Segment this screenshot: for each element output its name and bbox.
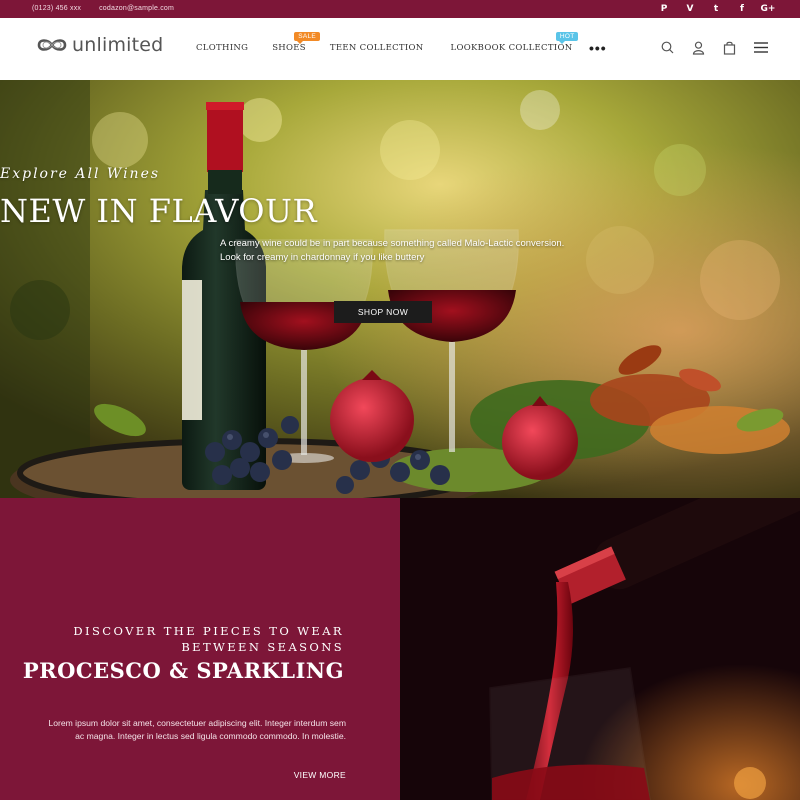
twitter-icon[interactable]: t xyxy=(710,3,722,15)
view-more-link[interactable]: VIEW MORE xyxy=(294,770,346,780)
nav-item-label: SHOES xyxy=(272,43,306,53)
hero-description: A creamy wine could be in part because s… xyxy=(220,238,565,263)
header-icons xyxy=(660,40,768,55)
phone-number: (0123) 456 xxx xyxy=(32,5,82,12)
promo-panel: DISCOVER THE PIECES TO WEAR BETWEEN SEAS… xyxy=(0,498,400,800)
promo-image xyxy=(400,498,800,800)
hot-badge: hot xyxy=(555,32,579,44)
hero-banner: Explore All Wines NEW IN FLAVOUR A cream… xyxy=(0,80,800,498)
shop-now-button[interactable]: SHOP NOW xyxy=(334,301,432,323)
vimeo-icon[interactable]: V xyxy=(684,3,696,15)
hero-title: NEW IN FLAVOUR xyxy=(0,192,318,230)
google-plus-icon[interactable]: G+ xyxy=(761,3,776,15)
email-address[interactable]: codazon@sample.com xyxy=(99,5,174,12)
nav-item-label: TEEN COLLECTION xyxy=(329,43,424,53)
contact-info: (0123) 456 xxx codazon@sample.com xyxy=(32,5,174,12)
social-links: P V t f G+ xyxy=(658,3,776,15)
sale-badge: sale xyxy=(294,32,321,44)
logo[interactable]: unlimited xyxy=(36,34,163,56)
promo-title: PROCESCO & SPARKLING xyxy=(22,658,344,683)
pinterest-icon[interactable]: P xyxy=(658,3,670,15)
cart-icon[interactable] xyxy=(722,40,737,55)
promo-kicker: DISCOVER THE PIECES TO WEAR BETWEEN SEAS… xyxy=(24,623,344,655)
facebook-icon[interactable]: f xyxy=(736,3,748,15)
hero-wine-image xyxy=(0,80,800,498)
more-menu-button[interactable]: ••• xyxy=(589,40,607,56)
main-nav: CLOTHING sale SHOES TEEN COLLECTION hot … xyxy=(196,32,579,53)
promo-kicker-line-1: DISCOVER THE PIECES TO WEAR xyxy=(73,624,344,638)
nav-item-shoes[interactable]: sale SHOES xyxy=(272,32,321,53)
nav-item-label: CLOTHING xyxy=(196,43,249,53)
wine-pouring-image xyxy=(400,498,800,800)
menu-icon[interactable] xyxy=(753,40,768,55)
nav-item-clothing[interactable]: CLOTHING xyxy=(196,43,248,53)
nav-item-teen-collection[interactable]: TEEN COLLECTION xyxy=(330,43,424,53)
nav-item-lookbook-collection[interactable]: hot LOOKBOOK COLLECTION xyxy=(450,32,579,53)
search-icon[interactable] xyxy=(660,40,675,55)
nav-item-label: LOOKBOOK COLLECTION xyxy=(450,43,573,53)
promo-description: Lorem ipsum dolor sit amet, consectetuer… xyxy=(48,718,346,741)
top-bar: (0123) 456 xxx codazon@sample.com P V t … xyxy=(0,0,800,18)
account-icon[interactable] xyxy=(691,40,706,55)
hero-kicker: Explore All Wines xyxy=(0,166,161,182)
site-header: unlimited CLOTHING sale SHOES TEEN COLLE… xyxy=(0,18,800,80)
promo-kicker-line-2: BETWEEN SEASONS xyxy=(181,640,344,654)
logo-text: unlimited xyxy=(72,34,164,56)
infinity-logo-icon xyxy=(37,39,67,51)
